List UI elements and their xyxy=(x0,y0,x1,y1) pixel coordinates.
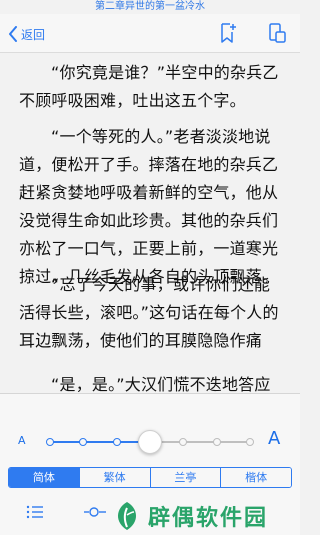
chapter-title: 第二章异世的第一盆冷水 xyxy=(95,1,205,12)
brightness-icon[interactable] xyxy=(84,504,106,520)
paragraph: “一个等死的人。”老者淡淡地说道，便松开了手。摔落在地的杂兵乙赶紧贪婪地呼吸着新… xyxy=(19,127,279,286)
watermark-text: 辟偶软件园 xyxy=(148,506,269,531)
back-label: 返回 xyxy=(21,27,46,42)
font-style-option[interactable]: 简体 xyxy=(9,468,79,487)
reading-content[interactable]: “你究竟是谁？”半空中的杂兵乙不顾呼吸困难，吐出这五个字。 “一个等死的人。”老… xyxy=(0,53,300,393)
paragraph: “你究竟是谁？”半空中的杂兵乙不顾呼吸困难，吐出这五个字。 xyxy=(19,63,279,110)
font-size-step-dot[interactable] xyxy=(212,438,221,446)
font-style-option[interactable]: 楷体 xyxy=(220,468,291,487)
watermark: 辟偶软件园 xyxy=(112,498,300,534)
font-size-step-dot[interactable] xyxy=(246,438,254,446)
back-button[interactable]: 返回 xyxy=(8,24,45,44)
font-size-slider[interactable] xyxy=(46,430,254,454)
font-size-increase-label[interactable]: A xyxy=(268,428,280,449)
font-style-selector: 简体 繁体 兰亭 楷体 xyxy=(8,467,292,488)
leaf-logo-icon xyxy=(117,502,137,530)
font-size-step-dot[interactable] xyxy=(179,438,188,446)
font-style-option[interactable]: 兰亭 xyxy=(149,468,221,487)
font-style-option[interactable]: 繁体 xyxy=(78,468,150,487)
add-bookmark-icon[interactable] xyxy=(219,23,237,43)
font-size-slider-fill xyxy=(50,441,150,443)
chevron-left-icon xyxy=(9,26,17,42)
reader-settings-panel: A A 简体 繁体 兰亭 楷体 辟偶软件园 xyxy=(0,393,300,535)
device-orientation-icon[interactable] xyxy=(268,23,286,43)
font-size-step-dot[interactable] xyxy=(79,438,88,446)
paragraph: “忘了今天的事，或许你们还能活得长些，滚吧。”这句话在每个人的耳边飘荡，使他们的… xyxy=(19,275,279,350)
font-size-slider-knob[interactable] xyxy=(138,430,162,454)
font-size-decrease-label[interactable]: A xyxy=(18,434,26,447)
font-size-step-dot[interactable] xyxy=(46,438,54,446)
navigation-bar: 返回 xyxy=(0,14,300,53)
bottom-toolbar: 辟偶软件园 xyxy=(0,492,300,535)
font-size-step-dot[interactable] xyxy=(112,438,121,446)
table-of-contents-icon[interactable] xyxy=(26,504,44,520)
paragraph: “是，是。”大汉们慌不迭地答应 xyxy=(51,375,271,393)
